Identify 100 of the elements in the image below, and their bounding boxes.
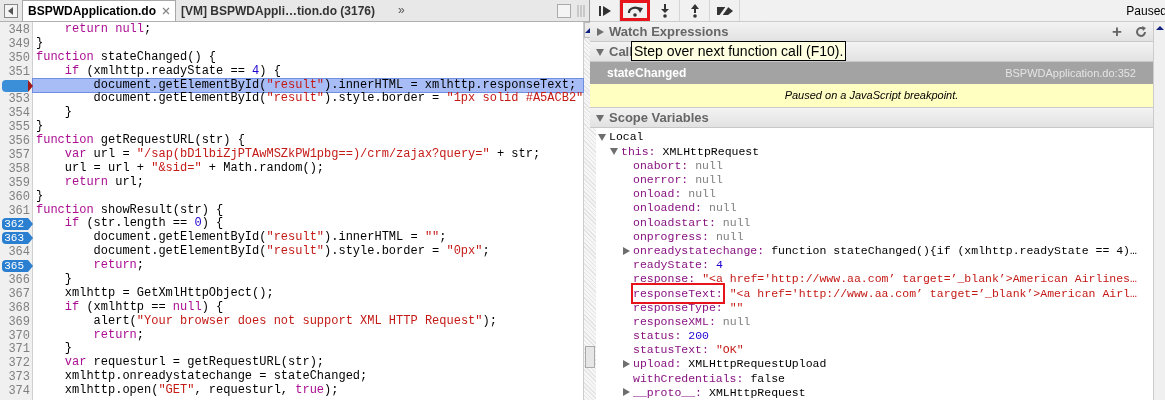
property-name: status: — [633, 328, 682, 345]
property-value: XMLHttpRequest — [709, 384, 806, 400]
scope-name: Local — [609, 129, 644, 146]
code-line: } — [35, 189, 45, 204]
refresh-icon[interactable] — [1135, 25, 1147, 38]
code-line: } — [35, 120, 45, 134]
collapse-arrow-icon[interactable] — [598, 133, 606, 142]
property-value: function stateChanged(){if (xmlhttp.readyState == 4)… — [771, 242, 1137, 259]
property-name: withCredentials: — [633, 370, 744, 387]
line-number: 348 — [7, 21, 31, 38]
line-number: 364 — [7, 244, 31, 262]
line-number: 356 — [7, 133, 31, 149]
line-number: 369 — [7, 313, 31, 330]
property-name: onabort: — [633, 157, 689, 174]
code-line: function stateChanged() { — [35, 50, 218, 65]
code-line: if (str.length == 0) { — [63, 217, 225, 231]
code-line: alert("Your browser does not support XML HTTP Request"); — [92, 314, 498, 329]
step-over-button[interactable] — [620, 0, 650, 21]
tooltip: Step over next function call (F10). — [631, 41, 847, 61]
call-frame[interactable]: stateChanged BSPWDApplication.do:352 — [590, 62, 1153, 84]
code-line: xmlhttp = GetXmlHttpObject(); — [63, 286, 275, 301]
code-line: return; — [92, 328, 146, 343]
line-number: 349 — [7, 35, 31, 52]
expand-arrow-icon[interactable] — [622, 388, 630, 397]
code-line: function getRequestURL(str) { — [35, 134, 246, 148]
scrollbar[interactable] — [1153, 22, 1165, 400]
toggle-debugger-button[interactable] — [557, 4, 571, 18]
expand-arrow-icon[interactable] — [622, 360, 630, 369]
step-over-icon — [625, 4, 644, 17]
property-name: onprogress: — [633, 228, 709, 245]
collapse-arrow-icon[interactable] — [610, 147, 618, 156]
expand-arrow-icon[interactable] — [596, 27, 604, 36]
property-value: null — [695, 172, 723, 189]
section-title: Scope Variables — [609, 108, 709, 127]
property-value: null — [722, 313, 751, 330]
line-number: 368 — [7, 299, 31, 316]
line-number: 354 — [7, 105, 31, 121]
property-name: onloadend: — [633, 200, 702, 217]
property-value: null — [709, 200, 737, 217]
collapse-arrow-icon[interactable] — [596, 113, 604, 122]
property-value: 200 — [688, 328, 710, 345]
step-out-icon — [689, 3, 700, 18]
close-icon[interactable] — [162, 7, 170, 15]
line-number: 366 — [7, 272, 31, 288]
code-line: xmlhttp.onreadystatechange = stateChanged; — [63, 370, 369, 384]
line-number: 359 — [7, 174, 31, 191]
property-value: 4 — [715, 257, 723, 274]
add-icon[interactable]: + — [1112, 23, 1122, 40]
property-name: onerror: — [633, 172, 689, 189]
line-number: 361 — [7, 202, 31, 220]
code-line: return null; — [63, 23, 153, 37]
line-number: 355 — [7, 119, 31, 135]
property-value: null — [715, 228, 744, 245]
line-number: 360 — [7, 188, 31, 205]
code-line: document.getElementById("result").innerHTML = ""; — [92, 231, 448, 245]
code-line: } — [63, 342, 73, 357]
code-line: var requesturl = getRequestURL(str); — [63, 356, 326, 370]
property-name: onloadstart: — [633, 214, 716, 231]
code-line: function showResult(str) { — [35, 203, 225, 217]
property-value: "OK" — [715, 342, 744, 359]
code-line: document.getElementById("result").style.border = "0px"; — [92, 245, 491, 259]
code-line: return; — [92, 259, 146, 274]
frame-function: stateChanged — [607, 65, 687, 82]
property-name: __proto__: — [633, 384, 702, 400]
property-name: upload: — [633, 356, 682, 373]
section-header[interactable]: Scope Variables — [590, 108, 1153, 128]
line-number: 374 — [7, 383, 31, 400]
code-line: } — [63, 273, 73, 287]
line-number: 367 — [7, 285, 31, 302]
property-name: readyState: — [633, 257, 709, 274]
line-number: 371 — [7, 341, 31, 357]
code-line: xmlhttp.open("GET", requesturl, true); — [63, 384, 340, 399]
property-name: responseXML: — [633, 313, 716, 330]
property-value: null — [695, 157, 723, 174]
line-number: 358 — [7, 160, 31, 177]
section-header[interactable]: Watch Expressions + — [590, 22, 1153, 42]
line-number: 372 — [7, 355, 31, 371]
property-value: "<a href='http://www.aa.com’ target=’_blank’>American Airl… — [729, 285, 1137, 302]
expand-arrow-icon[interactable] — [622, 246, 630, 255]
code-line: document.getElementById("result").style.border = "1px solid #A5ACB2" — [92, 92, 584, 107]
line-number: 351 — [7, 63, 31, 81]
code-line: } — [35, 36, 45, 51]
property-name: this: — [621, 143, 656, 160]
file-tab[interactable]: BSPWDApplication.do — [22, 0, 176, 21]
paused-message: Paused on a JavaScript breakpoint. — [590, 84, 1153, 108]
file-tab[interactable]: [VM] BSPWDAppli…tion.do (3176) — [176, 0, 380, 21]
toggle-navigator-button[interactable] — [4, 4, 18, 18]
property-name: onload: — [633, 186, 682, 203]
code-line: var url = "/sap(bD1lbiZjPTAwMSZkPW1pbg==)/crm/zajax?query=" + str; — [63, 148, 542, 162]
drag-handle-icon[interactable] — [577, 5, 585, 17]
property-name: onreadystatechange: — [633, 242, 765, 259]
line-number: 353 — [7, 91, 31, 107]
property-value: false — [750, 370, 785, 387]
more-tabs-button[interactable]: » — [398, 1, 405, 19]
property-value: "" — [729, 299, 744, 316]
property-name: statusText: — [633, 342, 709, 359]
code-line: url = url + "&sid=" + Math.random(); — [63, 161, 326, 176]
property-value: XMLHttpRequestUpload — [688, 356, 827, 373]
collapse-arrow-icon[interactable] — [596, 47, 604, 56]
code-line: return url; — [63, 175, 146, 190]
